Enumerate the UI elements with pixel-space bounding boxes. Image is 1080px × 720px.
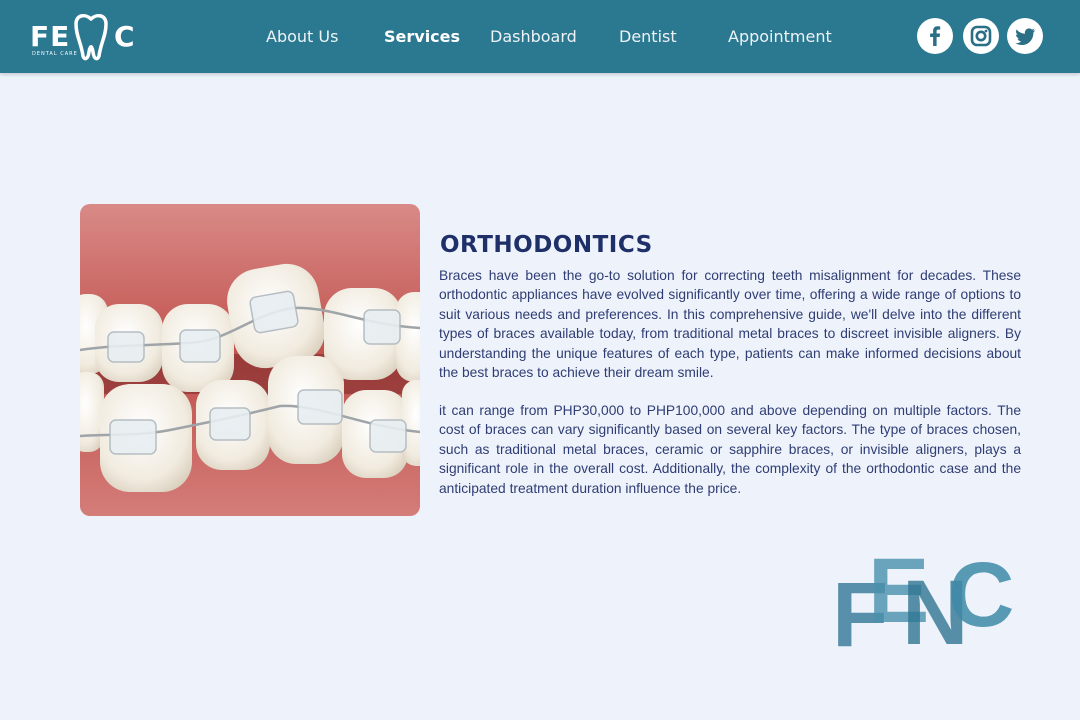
nav-about-us[interactable]: About Us [266,27,338,46]
logo-subtitle: DENTAL CARE [32,51,78,57]
brand-watermark-logo: F E N C [832,548,1014,654]
braces-teeth-image [80,204,420,516]
logo-text-left: FE [30,20,71,53]
cost-paragraph: it can range from PHP30,000 to PHP100,00… [439,403,1021,496]
intro-paragraph: Braces have been the go-to solution for … [439,268,1021,381]
twitter-icon [1015,28,1035,45]
brand-logo[interactable]: FE C DENTAL CARE [30,12,142,62]
logo-text-right: C [114,20,136,53]
instagram-button[interactable] [963,18,999,54]
nav-appointment[interactable]: Appointment [728,27,832,46]
nav-services[interactable]: Services [384,27,460,46]
facebook-icon [930,26,941,46]
facebook-button[interactable] [917,18,953,54]
svg-text:C: C [948,548,1014,646]
top-navbar: FE C DENTAL CARE About Us Services Dashb… [0,0,1080,73]
instagram-icon [970,25,992,47]
nav-dentist[interactable]: Dentist [619,27,677,46]
twitter-button[interactable] [1007,18,1043,54]
page-title: ORTHODONTICS [440,232,653,258]
nav-dashboard[interactable]: Dashboard [490,27,577,46]
